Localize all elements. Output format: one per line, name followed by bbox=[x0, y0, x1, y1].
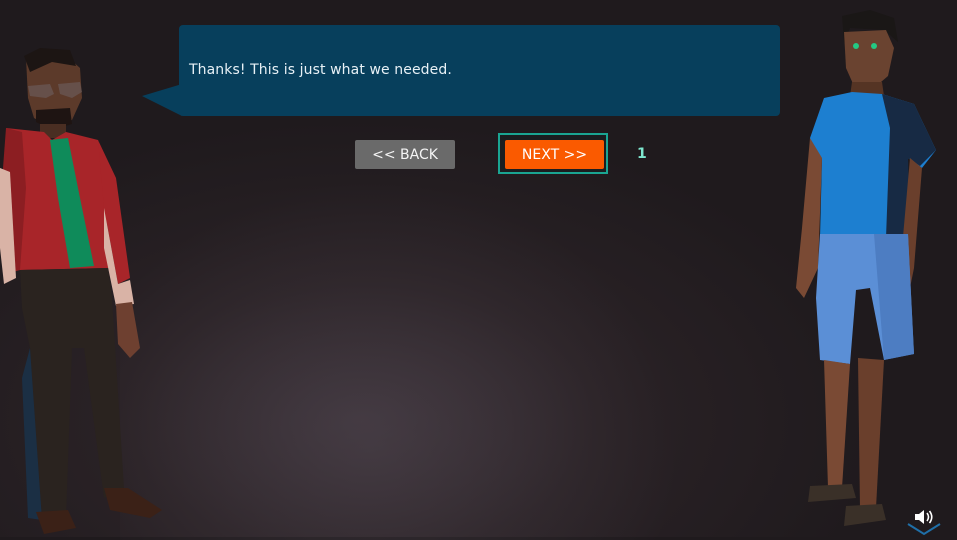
character-right bbox=[790, 8, 950, 536]
speech-bubble-tail bbox=[142, 84, 182, 116]
dialog-text: Thanks! This is just what we needed. bbox=[189, 62, 452, 78]
next-button[interactable]: NEXT >> bbox=[505, 140, 604, 169]
character-left bbox=[0, 48, 175, 538]
speech-bubble: Thanks! This is just what we needed. bbox=[179, 25, 780, 116]
back-button[interactable]: << BACK bbox=[355, 140, 455, 169]
game-scene: Thanks! This is just what we needed. << … bbox=[0, 0, 957, 540]
chevron-down-icon bbox=[907, 523, 941, 536]
floor-light bbox=[120, 180, 680, 540]
step-number-badge: 1 bbox=[637, 146, 647, 162]
